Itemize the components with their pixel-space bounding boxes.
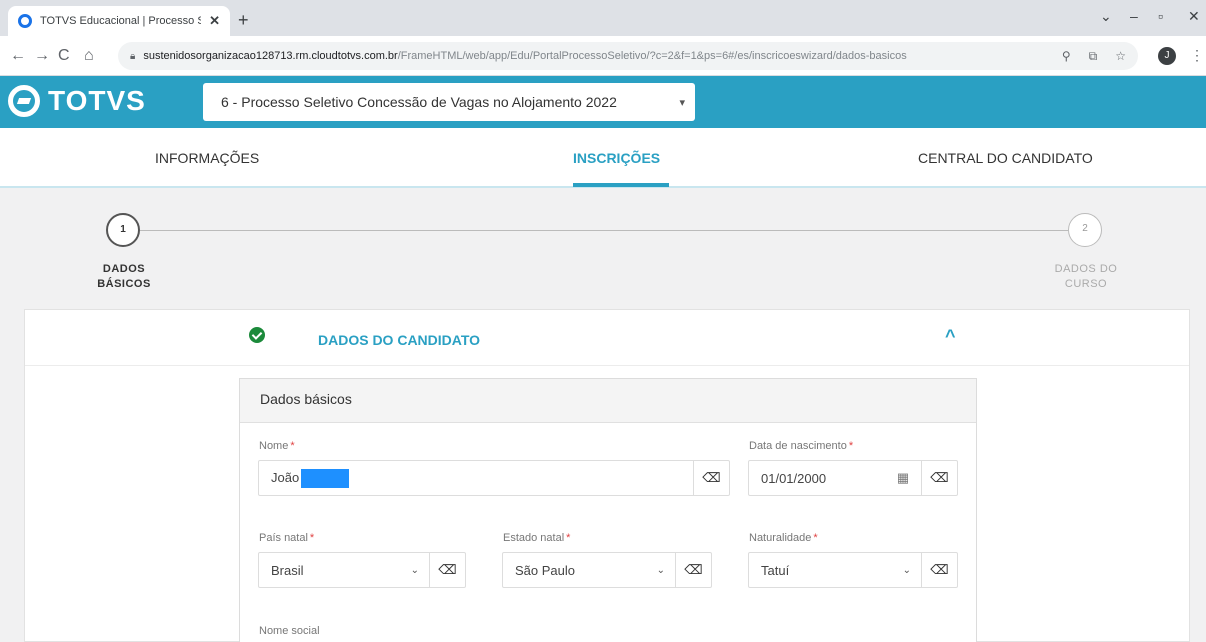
process-select[interactable]: 6 - Processo Seletivo Concessão de Vagas… (203, 83, 695, 121)
minimize-icon[interactable]: – (1130, 8, 1138, 24)
eraser-icon[interactable]: ⌫ (921, 461, 957, 495)
browser-tab[interactable]: TOTVS Educacional | Processo Se ✕ (8, 6, 230, 36)
close-window-icon[interactable]: ✕ (1188, 8, 1200, 25)
browser-toolbar: ← → C ⌂ 🔒︎ sustenidosorganizacao128713.r… (0, 36, 1206, 76)
nome-social-label: Nome social (259, 625, 320, 637)
basic-data-panel: Dados básicos Nome * João ⌫ Data de nasci… (239, 378, 977, 642)
wizard-step-2-label: DADOS DO CURSO (1054, 263, 1118, 290)
url-text[interactable]: sustenidosorganizacao128713.rm.cloudtotv… (143, 50, 1044, 62)
zoom-icon[interactable]: ⚲ (1062, 49, 1071, 63)
new-tab-icon[interactable]: + (238, 10, 249, 31)
forward-icon[interactable]: → (34, 47, 50, 65)
pais-label: País natal * (259, 532, 315, 544)
eraser-icon[interactable]: ⌫ (693, 461, 729, 495)
main-nav: INFORMAÇÕES INSCRIÇÕES CENTRAL DO CANDID… (0, 128, 1206, 188)
naturalidade-select[interactable]: Tatuí ⌄ ⌫ (748, 552, 958, 588)
tab-central-do-candidato[interactable]: CENTRAL DO CANDIDATO (918, 150, 1093, 166)
browser-tab-bar: TOTVS Educacional | Processo Se ✕ + ⌄ – … (0, 0, 1206, 36)
nascimento-field[interactable]: 01/01/2000 ▦ ⌫ (748, 460, 958, 496)
tab-informacoes[interactable]: INFORMAÇÕES (155, 150, 259, 166)
logo-text: TOTVS (48, 85, 146, 116)
tab-search-chevron-icon[interactable]: ⌄ (1100, 8, 1112, 25)
wizard-step-1[interactable]: 1 (106, 213, 140, 247)
address-bar[interactable]: 🔒︎ sustenidosorganizacao128713.rm.cloudt… (118, 42, 1138, 70)
estado-value: São Paulo (515, 562, 575, 578)
active-tab-indicator (573, 183, 669, 187)
lock-icon[interactable]: 🔒︎ (130, 51, 135, 62)
nome-label: Nome * (259, 440, 295, 452)
back-icon[interactable]: ← (10, 47, 26, 65)
panel-title: Dados básicos (240, 379, 976, 423)
wizard-progress-line (140, 230, 1068, 231)
section-title: DADOS DO CANDIDATO (318, 332, 481, 348)
nascimento-label: Data de nascimento * (749, 440, 854, 452)
naturalidade-value: Tatuí (761, 562, 790, 578)
nome-value: João (259, 468, 693, 488)
share-icon[interactable]: ⧉ (1089, 49, 1098, 64)
reload-icon[interactable]: C (58, 47, 70, 65)
estado-select[interactable]: São Paulo ⌄ ⌫ (502, 552, 712, 588)
tab-inscricoes[interactable]: INSCRIÇÕES (573, 150, 660, 166)
totvs-logo-icon (8, 85, 40, 117)
eraser-icon[interactable]: ⌫ (921, 553, 957, 587)
totvs-favicon-icon (18, 14, 32, 28)
eraser-icon[interactable]: ⌫ (429, 553, 465, 587)
wizard-step-1-label: DADOS BÁSICOS (97, 263, 151, 290)
estado-label: Estado natal * (503, 532, 571, 544)
pais-select[interactable]: Brasil ⌄ ⌫ (258, 552, 466, 588)
chevron-up-icon[interactable]: ^ (945, 326, 956, 347)
candidate-card: DADOS DO CANDIDATO ^ Dados básicos Nome *… (24, 309, 1190, 642)
nome-field[interactable]: João ⌫ (258, 460, 730, 496)
card-header[interactable]: DADOS DO CANDIDATO ^ (25, 310, 1189, 366)
calendar-icon[interactable]: ▦ (885, 461, 921, 495)
home-icon[interactable]: ⌂ (84, 47, 94, 65)
maximize-icon[interactable]: ▫ (1158, 8, 1163, 24)
profile-avatar[interactable]: J (1158, 47, 1176, 65)
tab-title: TOTVS Educacional | Processo Se (40, 15, 202, 27)
chevron-down-icon: ⌄ (410, 564, 419, 576)
browser-menu-icon[interactable]: ⋮ (1190, 47, 1204, 64)
chevron-down-icon: ▾ (679, 96, 685, 109)
nascimento-value: 01/01/2000 (761, 470, 827, 486)
wizard-step-2[interactable]: 2 (1068, 213, 1102, 247)
chevron-down-icon: ⌄ (656, 564, 665, 576)
totvs-logo[interactable]: TOTVS (8, 85, 146, 117)
redacted-block (301, 468, 350, 488)
naturalidade-label: Naturalidade * (749, 532, 818, 544)
check-circle-icon (249, 327, 265, 343)
chevron-down-icon: ⌄ (902, 564, 911, 576)
app-header: TOTVS 6 - Processo Seletivo Concessão de… (0, 76, 1206, 128)
pais-value: Brasil (271, 562, 304, 578)
star-icon[interactable]: ☆ (1115, 49, 1126, 63)
eraser-icon[interactable]: ⌫ (675, 553, 711, 587)
process-select-value: 6 - Processo Seletivo Concessão de Vagas… (221, 94, 617, 110)
tab-close-icon[interactable]: ✕ (209, 13, 220, 29)
